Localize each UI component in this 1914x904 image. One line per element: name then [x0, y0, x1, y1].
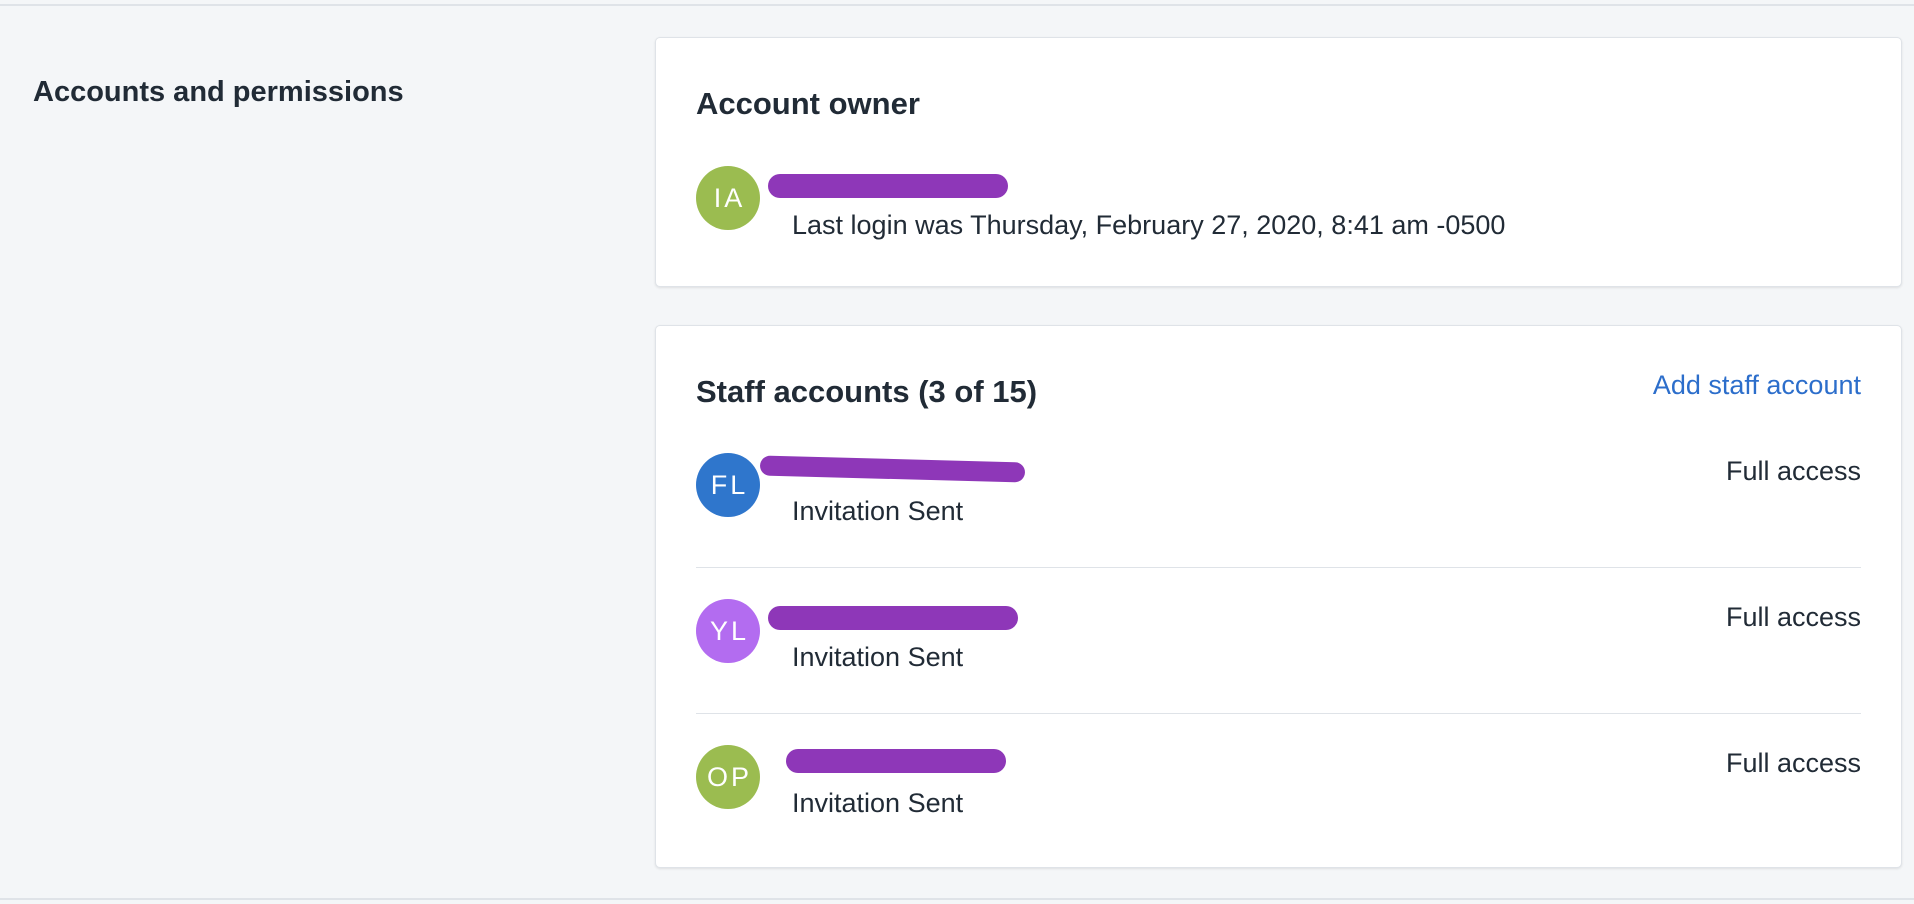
staff-status: Invitation Sent	[792, 642, 964, 672]
staff-access: Full access	[1725, 748, 1861, 778]
staff-name-link-redacted[interactable]	[768, 602, 1028, 634]
redaction-mark	[768, 174, 1008, 198]
staff-status: Invitation Sent	[792, 788, 964, 818]
staff-avatar: YL	[696, 599, 760, 663]
owner-name-redacted	[762, 168, 1012, 200]
section-title: Accounts and permissions	[33, 76, 404, 108]
staff-name-link-redacted[interactable]	[786, 749, 1016, 781]
row-divider	[696, 713, 1861, 714]
owner-avatar: IA	[696, 166, 760, 230]
redaction-mark	[768, 606, 1018, 630]
owner-avatar-initials: IA	[713, 182, 746, 213]
staff-avatar-initials: FL	[710, 469, 749, 500]
staff-accounts-card: Staff accounts (3 of 15) Add staff accou…	[655, 325, 1902, 868]
staff-access: Full access	[1725, 602, 1861, 632]
bottom-divider	[0, 898, 1914, 900]
redaction-mark	[759, 455, 1026, 483]
top-divider	[0, 4, 1914, 6]
staff-access: Full access	[1725, 456, 1861, 486]
staff-avatar: OP	[696, 745, 760, 809]
row-divider	[696, 567, 1861, 568]
staff-accounts-title: Staff accounts (3 of 15)	[696, 374, 1038, 409]
staff-status: Invitation Sent	[792, 496, 964, 526]
staff-avatar-initials: YL	[709, 615, 750, 646]
add-staff-account-link[interactable]: Add staff account	[1653, 370, 1861, 401]
owner-last-login: Last login was Thursday, February 27, 20…	[792, 210, 1506, 240]
staff-avatar: FL	[696, 453, 760, 517]
staff-avatar-initials: OP	[706, 761, 752, 792]
account-owner-card: Account owner IA Last login was Thursday…	[655, 37, 1902, 287]
redaction-mark	[786, 749, 1006, 773]
account-owner-title: Account owner	[696, 86, 920, 121]
staff-name-link-redacted[interactable]	[759, 454, 1030, 486]
